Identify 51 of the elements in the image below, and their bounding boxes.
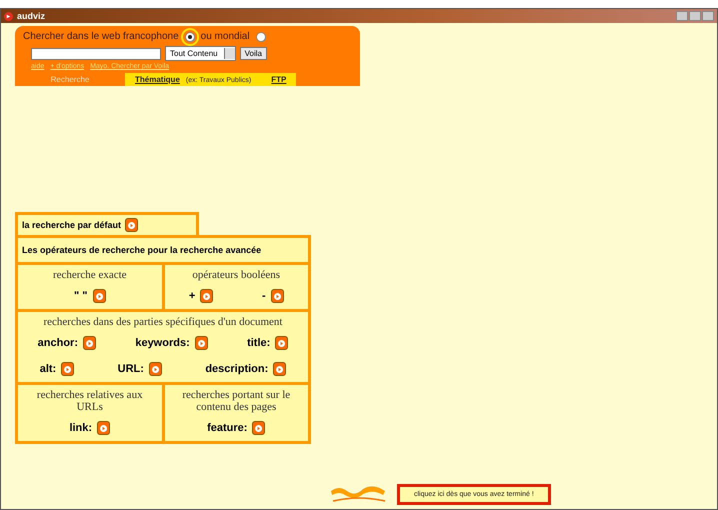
scope-radio[interactable] [256, 32, 266, 42]
operator-label: description: [205, 363, 268, 375]
search-tab[interactable]: FTP [261, 73, 296, 86]
play-icon [100, 424, 108, 432]
play-button[interactable] [83, 336, 96, 350]
play-button[interactable] [273, 362, 286, 376]
operator-label: title: [247, 337, 270, 349]
operator-label: + [188, 290, 196, 302]
play-icon [255, 424, 262, 432]
play-icon [203, 292, 210, 300]
play-button[interactable] [270, 289, 284, 303]
play-icon [64, 366, 72, 372]
play-button[interactable] [148, 362, 162, 376]
play-icon [128, 222, 136, 228]
section-title: recherches dans des parties spécifiques d'un document [42, 315, 284, 330]
play-button[interactable] [92, 289, 106, 303]
operators-heading: Les opérateurs de recherche pour la recherche avancée [22, 245, 262, 255]
play-icon [278, 340, 286, 346]
operator-label: link: [69, 422, 92, 434]
section-title: recherche exacte [52, 268, 128, 283]
scope-label: ou mondial [200, 31, 250, 42]
section-title: recherches portant sur le contenu des pages [181, 388, 292, 415]
content-dropdown[interactable]: Tout Contenu [165, 46, 236, 61]
default-search-label: la recherche par défaut [22, 220, 122, 230]
operator-label: - [262, 290, 266, 302]
operator-label: " " [74, 290, 88, 302]
play-icon [86, 340, 93, 346]
operator-label: URL: [118, 363, 144, 375]
operator-label: feature: [207, 422, 248, 434]
search-field[interactable] [31, 48, 161, 60]
play-button[interactable] [125, 218, 138, 232]
play-icon [96, 292, 102, 300]
section-title: opérateurs booléens [191, 268, 282, 283]
section-title: recherches relatives aux URLs [36, 388, 144, 415]
play-button[interactable] [194, 336, 208, 350]
play-button[interactable] [61, 362, 74, 376]
play-button[interactable] [200, 289, 214, 303]
scope-label: Chercher dans le web francophone [23, 31, 179, 42]
window-title: audviz [17, 11, 46, 21]
play-button[interactable] [252, 421, 266, 435]
operator-label: anchor: [38, 337, 78, 349]
play-icon [198, 340, 205, 346]
operator-label: alt: [40, 363, 56, 375]
play-icon [276, 366, 284, 372]
play-icon [152, 366, 159, 372]
search-button[interactable]: Voila [240, 47, 267, 60]
operator-label: keywords: [135, 337, 190, 349]
play-icon [274, 292, 281, 300]
play-button[interactable] [275, 336, 288, 350]
play-button[interactable] [97, 421, 110, 435]
app-icon [4, 12, 13, 20]
